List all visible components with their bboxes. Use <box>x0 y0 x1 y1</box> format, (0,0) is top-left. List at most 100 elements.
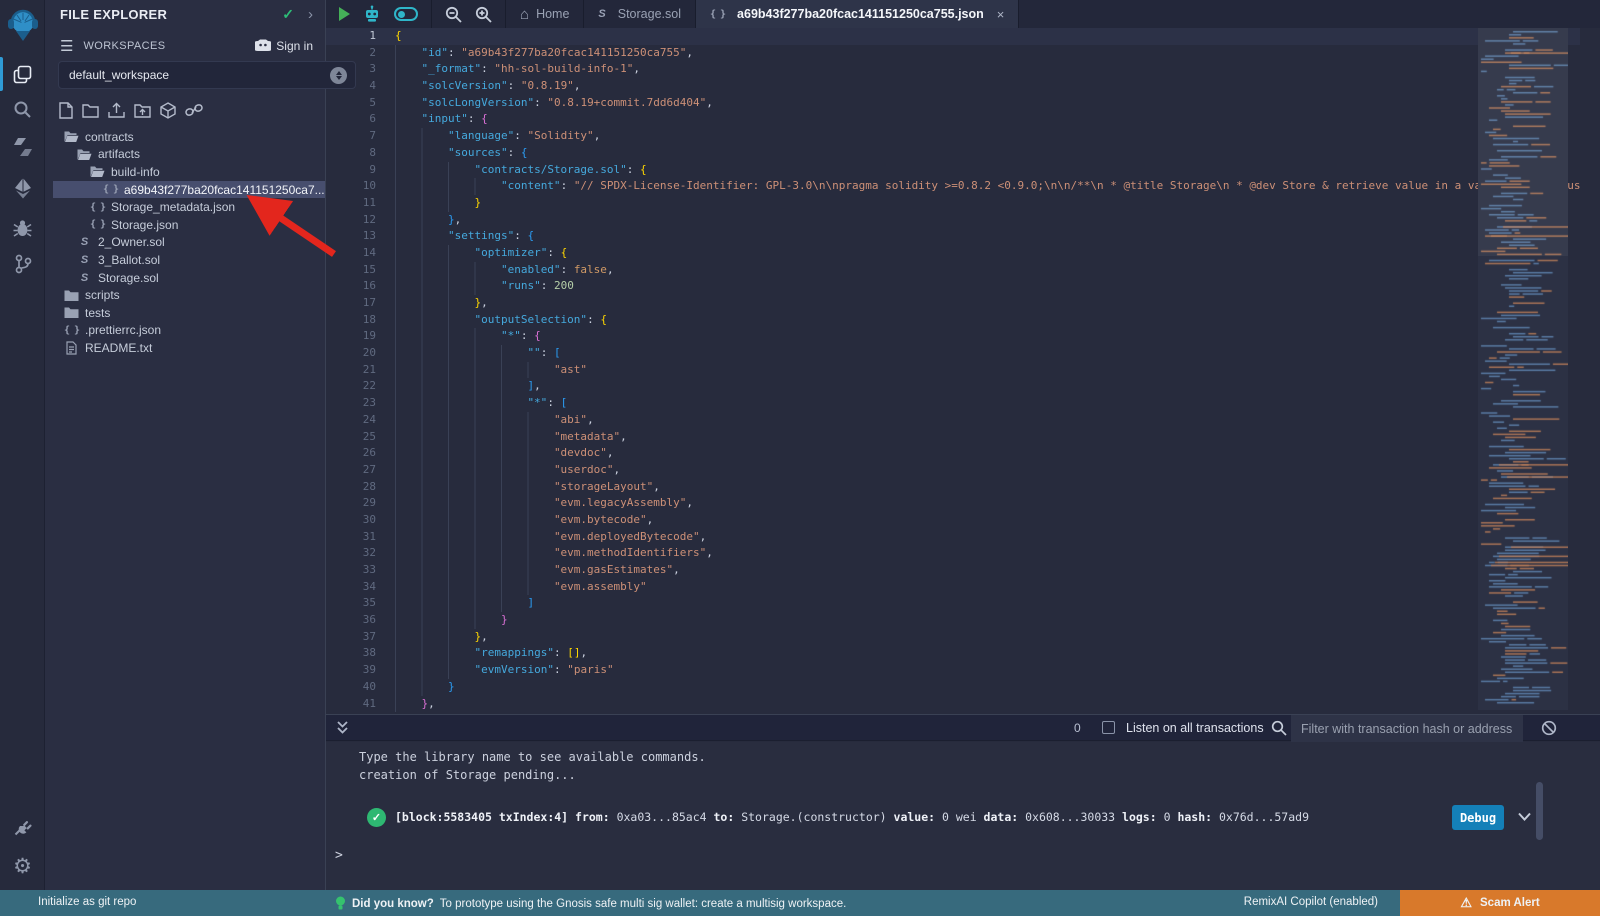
terminal-prompt[interactable]: > <box>335 848 343 863</box>
zoom-out-icon[interactable] <box>445 6 462 23</box>
remixai-robot-icon[interactable] <box>363 5 381 23</box>
zoom-in-icon[interactable] <box>475 6 492 23</box>
tree-item[interactable]: S2_Owner.sol <box>45 234 325 252</box>
remixai-toggle[interactable] <box>394 7 418 21</box>
line-number: 22 <box>326 378 376 395</box>
activity-bar: ⚙ <box>0 0 45 890</box>
workspaces-row: ☰ WORKSPACES Sign in <box>45 36 325 56</box>
tab-home[interactable]: ⌂ Home <box>506 0 584 28</box>
transaction-count: 0 <box>1074 721 1081 735</box>
code-line-33: 33"evm.gasEstimates", <box>326 562 1600 579</box>
tree-item[interactable]: contracts <box>45 128 325 146</box>
tree-item[interactable]: build-info <box>45 163 325 181</box>
search-icon[interactable] <box>0 92 45 126</box>
code-editor[interactable]: 1{2"id": "a69b43f277ba20fcac141151250ca7… <box>326 28 1600 714</box>
deploy-run-icon[interactable] <box>0 171 45 205</box>
tree-item-label: .prettierrc.json <box>85 323 161 337</box>
sign-in-label: Sign in <box>276 39 313 53</box>
new-file-icon[interactable] <box>59 102 73 119</box>
tx-expand-chevron-icon[interactable] <box>1516 808 1533 830</box>
tree-item[interactable]: { }.prettierrc.json <box>45 322 325 340</box>
link-icon[interactable] <box>185 103 203 117</box>
terminal-scrollbar-thumb[interactable] <box>1536 782 1543 840</box>
publish-box-icon[interactable] <box>160 102 176 119</box>
tree-item[interactable]: scripts <box>45 286 325 304</box>
collapse-chevron-icon[interactable]: › <box>308 6 313 23</box>
tree-item[interactable]: README.txt <box>45 339 325 357</box>
tip-bold: Did you know? <box>352 898 434 910</box>
minimap[interactable] <box>1478 28 1568 710</box>
tx-summary: [block:5583405 txIndex:4] from: 0xa03...… <box>395 810 1309 824</box>
editor-scrollbar[interactable] <box>1580 28 1600 710</box>
code-line-39: 39"evmVersion": "paris" <box>326 662 1600 679</box>
git-init-button[interactable]: Initialize as git repo <box>38 896 136 908</box>
run-script-button[interactable] <box>339 7 350 21</box>
line-number: 26 <box>326 445 376 462</box>
folder-open-icon <box>76 148 93 161</box>
code-line-8: 8"sources": { <box>326 145 1600 162</box>
copilot-status[interactable]: RemixAI Copilot (enabled) <box>1244 896 1378 908</box>
clear-console-icon[interactable] <box>1541 720 1557 741</box>
plugin-manager-icon[interactable] <box>0 810 45 844</box>
tree-item[interactable]: SStorage.sol <box>45 269 325 287</box>
solidity-compiler-icon[interactable] <box>0 130 45 164</box>
new-folder-icon[interactable] <box>82 103 99 118</box>
listen-all-checkbox[interactable] <box>1102 721 1115 734</box>
json-icon: { } <box>89 219 106 230</box>
git-icon[interactable] <box>0 247 45 281</box>
tree-item[interactable]: { }Storage.json <box>45 216 325 234</box>
line-number: 18 <box>326 312 376 329</box>
transaction-log-row[interactable]: ✓ [block:5583405 txIndex:4] from: 0xa03.… <box>326 805 1600 831</box>
code-line-21: 21"ast" <box>326 362 1600 379</box>
transaction-filter-input[interactable] <box>1291 715 1523 742</box>
github-icon <box>255 39 271 53</box>
run-controls <box>326 0 432 28</box>
tab-label: Storage.sol <box>618 7 681 21</box>
tree-item[interactable]: artifacts <box>45 146 325 164</box>
code-line-38: 38"remappings": [], <box>326 645 1600 662</box>
line-number: 9 <box>326 162 376 179</box>
workspaces-menu-icon[interactable]: ☰ <box>60 37 73 55</box>
upload-file-icon[interactable] <box>108 102 125 118</box>
terminal-expand-icon[interactable] <box>336 720 349 741</box>
folder-icon <box>63 289 80 302</box>
file-explorer-icon[interactable] <box>0 57 45 91</box>
sign-in-button[interactable]: Sign in <box>255 39 313 53</box>
debugger-icon[interactable] <box>0 211 45 245</box>
code-line-40: 40} <box>326 679 1600 696</box>
close-tab-icon[interactable]: × <box>997 7 1005 22</box>
json-icon: { } <box>102 184 119 195</box>
code-line-32: 32"evm.methodIdentifiers", <box>326 545 1600 562</box>
code-line-6: 6"input": { <box>326 111 1600 128</box>
tree-item[interactable]: { }Storage_metadata.json <box>45 198 325 216</box>
line-number: 24 <box>326 412 376 429</box>
json-file-icon: { } <box>710 9 725 20</box>
line-number: 14 <box>326 245 376 262</box>
tree-item[interactable]: tests <box>45 304 325 322</box>
code-line-23: 23"*": [ <box>326 395 1600 412</box>
upload-folder-icon[interactable] <box>134 103 151 118</box>
line-number: 40 <box>326 679 376 696</box>
code-line-7: 7"language": "Solidity", <box>326 128 1600 145</box>
minimap-slider[interactable] <box>1478 28 1568 256</box>
code-line-30: 30"evm.bytecode", <box>326 512 1600 529</box>
settings-gear-icon[interactable]: ⚙ <box>0 849 45 883</box>
debug-button[interactable]: Debug <box>1452 805 1504 830</box>
tab-build-info-json[interactable]: { } a69b43f277ba20fcac141151250ca755.jso… <box>696 0 1019 28</box>
remix-logo[interactable] <box>0 6 45 46</box>
tree-item[interactable]: { }a69b43f277ba20fcac141151250ca7... <box>53 181 325 199</box>
scam-alert-badge[interactable]: ⚠ Scam Alert <box>1400 890 1600 916</box>
folder-open-icon <box>63 130 80 143</box>
workspace-select[interactable]: default_workspace <box>58 61 356 89</box>
sol-icon: S <box>76 254 93 266</box>
line-number: 35 <box>326 595 376 612</box>
code-line-17: 17}, <box>326 295 1600 312</box>
tree-item[interactable]: S3_Ballot.sol <box>45 251 325 269</box>
code-line-26: 26"devdoc", <box>326 445 1600 462</box>
code-line-22: 22], <box>326 378 1600 395</box>
file-toolbar <box>59 101 203 119</box>
code-line-3: 3"_format": "hh-sol-build-info-1", <box>326 61 1600 78</box>
file-icon <box>63 341 80 355</box>
tree-item-label: 2_Owner.sol <box>98 235 165 249</box>
tab-storage-sol[interactable]: S Storage.sol <box>584 0 696 28</box>
